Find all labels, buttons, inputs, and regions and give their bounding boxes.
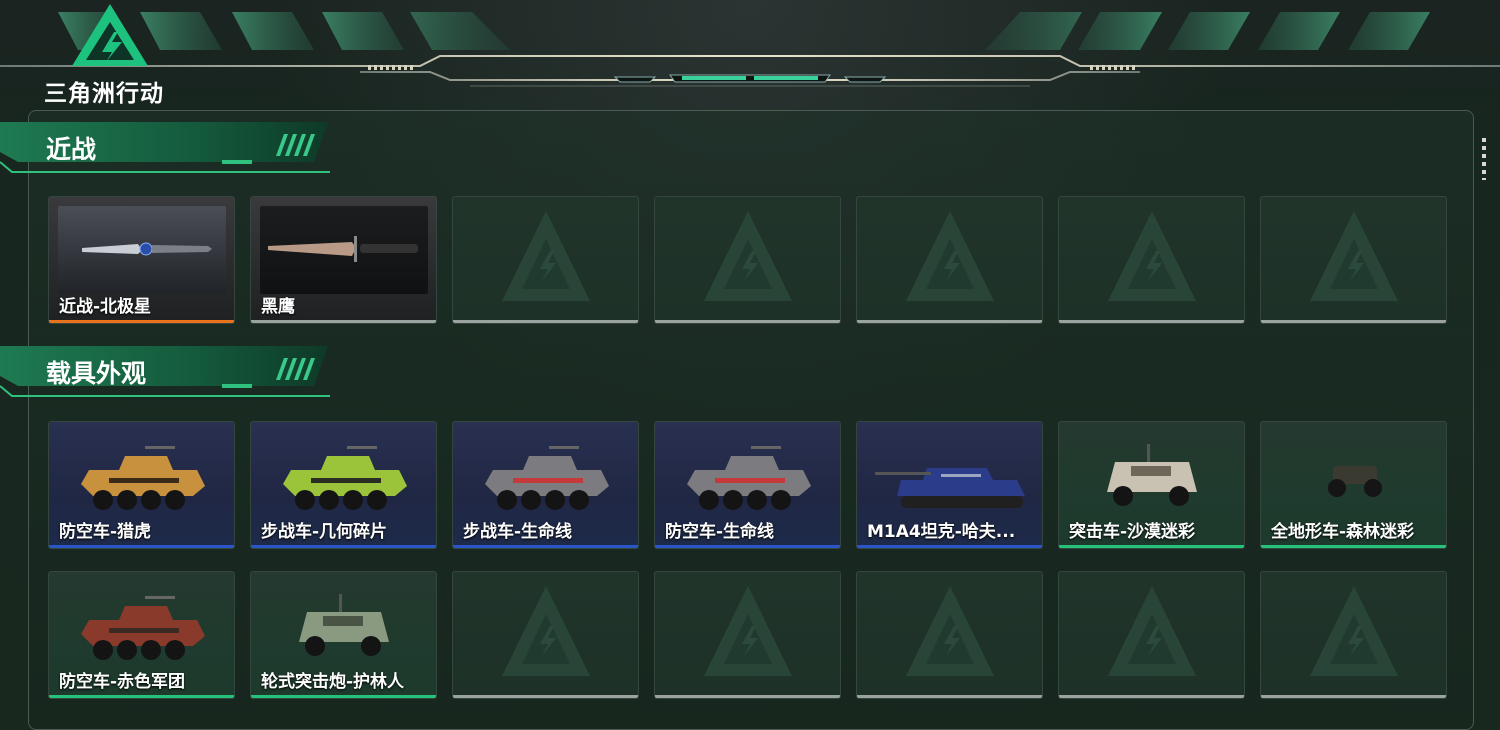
item-card[interactable]: 防空车-赤色军团 — [48, 571, 235, 699]
rarity-bar — [453, 695, 638, 698]
apc-lifeline-aa-image — [687, 446, 811, 510]
rarity-bar — [857, 545, 1042, 548]
wheeled-gun-ranger-image — [299, 594, 389, 656]
item-card[interactable]: 防空车-生命线 — [654, 421, 841, 549]
item-card[interactable]: 轮式突击炮-护林人 — [250, 571, 437, 699]
item-card[interactable]: 黑鹰 — [250, 196, 437, 324]
item-label: 近战-北极星 — [59, 297, 152, 317]
knife-polaris-image — [58, 206, 226, 294]
placeholder-logo-icon — [502, 211, 590, 301]
item-label: 全地形车-森林迷彩 — [1271, 522, 1415, 542]
rarity-bar — [453, 320, 638, 323]
top-banner — [0, 12, 1500, 87]
item-label: M1A4坦克-哈夫... — [867, 522, 1016, 542]
item-label: 突击车-沙漠迷彩 — [1069, 522, 1196, 542]
item-label: 轮式突击炮-护林人 — [261, 672, 405, 692]
item-label: 防空车-生命线 — [665, 522, 775, 542]
rarity-bar — [453, 545, 638, 548]
rarity-bar — [1059, 545, 1244, 548]
placeholder-logo-icon — [906, 211, 994, 301]
item-card[interactable]: 全地形车-森林迷彩 — [1260, 421, 1447, 549]
rarity-bar — [49, 695, 234, 698]
rarity-bar — [251, 545, 436, 548]
item-label: 防空车-猎虎 — [59, 522, 152, 542]
tank-m1a4-image — [875, 468, 1025, 508]
rarity-bar — [655, 320, 840, 323]
item-card[interactable]: 近战-北极星 — [48, 196, 235, 324]
assault-car-desert-image — [1107, 444, 1197, 506]
rarity-bar — [655, 695, 840, 698]
empty-slot[interactable] — [452, 196, 639, 324]
rarity-bar — [1059, 320, 1244, 323]
rarity-bar — [857, 695, 1042, 698]
empty-slot[interactable] — [1058, 571, 1245, 699]
rarity-bar — [857, 320, 1042, 323]
atv-forest-image — [1328, 466, 1382, 497]
empty-slot[interactable] — [654, 196, 841, 324]
item-card[interactable]: 突击车-沙漠迷彩 — [1058, 421, 1245, 549]
item-label: 步战车-生命线 — [463, 522, 573, 542]
rarity-bar — [251, 695, 436, 698]
rarity-bar — [1261, 695, 1446, 698]
empty-slot[interactable] — [856, 571, 1043, 699]
item-card[interactable]: M1A4坦克-哈夫... — [856, 421, 1043, 549]
knife-blackhawk-image — [260, 206, 428, 294]
item-label: 防空车-赤色军团 — [59, 672, 186, 692]
section-header: 近战 — [0, 122, 340, 178]
section-title: 近战 — [46, 135, 97, 164]
rarity-bar — [1059, 695, 1244, 698]
empty-slot[interactable] — [1260, 196, 1447, 324]
placeholder-logo-icon — [1310, 586, 1398, 676]
rarity-bar — [1261, 320, 1446, 323]
item-label: 步战车-几何碎片 — [261, 522, 388, 542]
empty-slot[interactable] — [1058, 196, 1245, 324]
empty-slot[interactable] — [654, 571, 841, 699]
item-card[interactable]: 步战车-生命线 — [452, 421, 639, 549]
placeholder-logo-icon — [1310, 211, 1398, 301]
empty-slot[interactable] — [856, 196, 1043, 324]
placeholder-logo-icon — [906, 586, 994, 676]
placeholder-logo-icon — [502, 586, 590, 676]
placeholder-logo-icon — [1108, 586, 1196, 676]
item-card[interactable]: 防空车-猎虎 — [48, 421, 235, 549]
rarity-bar — [251, 320, 436, 323]
section-title: 载具外观 — [46, 359, 147, 388]
apc-tiger-image — [81, 446, 205, 510]
apc-red-legion-image — [81, 596, 205, 660]
placeholder-logo-icon — [704, 211, 792, 301]
scrollbar-indicator[interactable] — [1482, 138, 1486, 180]
app-title: 三角洲行动 — [44, 81, 164, 107]
rarity-bar — [655, 545, 840, 548]
rarity-bar — [49, 320, 234, 323]
placeholder-logo-icon — [704, 586, 792, 676]
empty-slot[interactable] — [452, 571, 639, 699]
placeholder-logo-icon — [1108, 211, 1196, 301]
item-card[interactable]: 步战车-几何碎片 — [250, 421, 437, 549]
rarity-bar — [1261, 545, 1446, 548]
apc-geometric-image — [283, 446, 407, 510]
apc-lifeline-image — [485, 446, 609, 510]
rarity-bar — [49, 545, 234, 548]
item-label: 黑鹰 — [261, 297, 295, 317]
section-header: 载具外观 — [0, 346, 340, 402]
empty-slot[interactable] — [1260, 571, 1447, 699]
